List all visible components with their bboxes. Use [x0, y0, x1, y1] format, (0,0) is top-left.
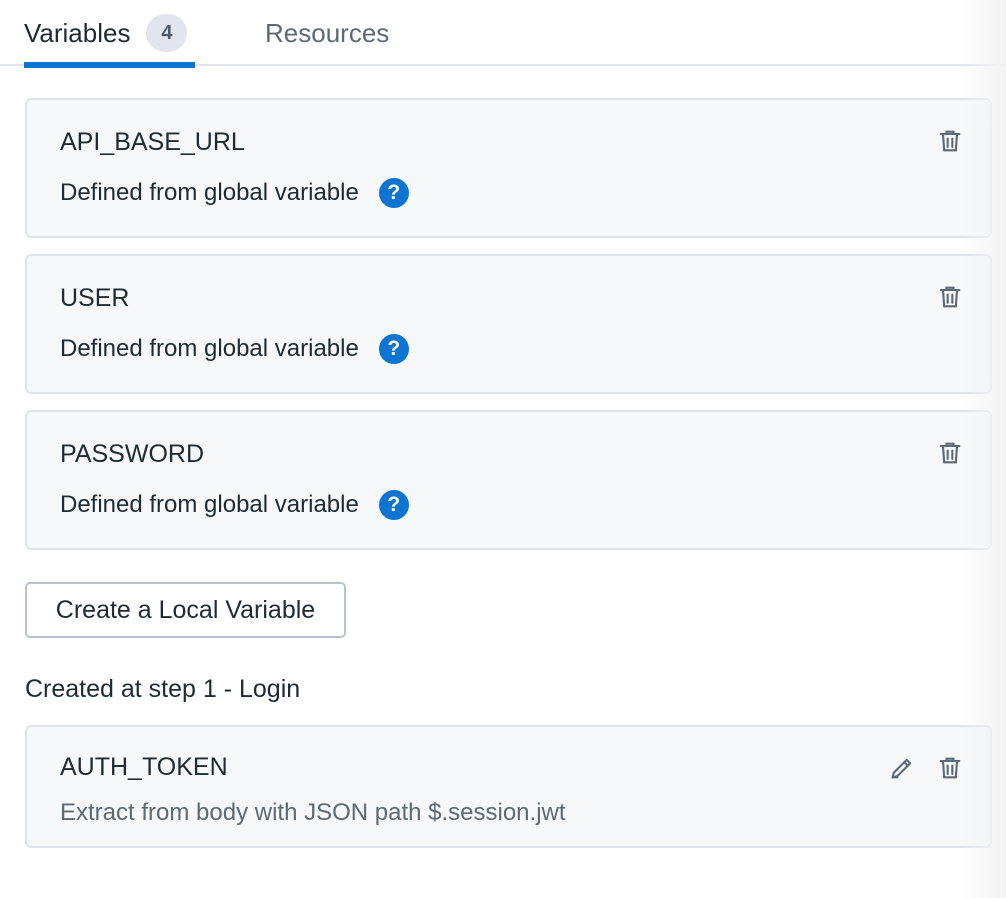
- delete-variable-button[interactable]: [934, 125, 966, 157]
- create-local-variable-button[interactable]: Create a Local Variable: [25, 582, 346, 638]
- delete-variable-button[interactable]: [934, 437, 966, 469]
- trash-icon: [939, 130, 961, 152]
- variable-description-row: Defined from global variable ?: [60, 490, 409, 520]
- question-circle-icon[interactable]: ?: [378, 490, 409, 520]
- question-circle-icon[interactable]: ?: [378, 178, 409, 208]
- variable-description: Extract from body with JSON path $.sessi…: [60, 799, 566, 826]
- variable-name: AUTH_TOKEN: [60, 753, 228, 781]
- variable-description-row: Defined from global variable ?: [60, 334, 409, 364]
- variable-description: Defined from global variable: [60, 335, 359, 362]
- variable-description: Defined from global variable: [60, 491, 359, 518]
- tab-bar: Variables 4 Resources: [0, 0, 1006, 68]
- delete-variable-button[interactable]: [934, 752, 966, 784]
- trash-icon: [939, 757, 961, 779]
- variable-name: USER: [60, 284, 130, 312]
- variable-card-password: PASSWORD Defined from global variable ?: [25, 410, 992, 550]
- variable-card-auth-token: AUTH_TOKEN Extract from body with JSON p…: [25, 725, 992, 848]
- edit-variable-button[interactable]: [886, 752, 918, 784]
- variable-card-user: USER Defined from global variable ?: [25, 254, 992, 394]
- tab-resources[interactable]: Resources: [265, 0, 389, 66]
- tab-resources-label: Resources: [265, 17, 390, 48]
- tab-variables-label: Variables: [24, 17, 131, 48]
- question-circle-icon[interactable]: ?: [378, 334, 409, 364]
- variables-count-badge: 4: [146, 14, 188, 52]
- variable-description-row: Defined from global variable ?: [60, 178, 409, 208]
- tab-variables[interactable]: Variables 4: [24, 0, 195, 68]
- variable-card-api-base-url: API_BASE_URL Defined from global variabl…: [25, 98, 992, 238]
- step-section-heading: Created at step 1 - Login: [25, 675, 301, 703]
- pencil-icon: [891, 758, 912, 779]
- trash-icon: [939, 442, 961, 464]
- variable-name: PASSWORD: [60, 440, 204, 468]
- delete-variable-button[interactable]: [934, 281, 966, 313]
- trash-icon: [939, 286, 961, 308]
- variable-description: Defined from global variable: [60, 179, 359, 206]
- variable-name: API_BASE_URL: [60, 128, 245, 156]
